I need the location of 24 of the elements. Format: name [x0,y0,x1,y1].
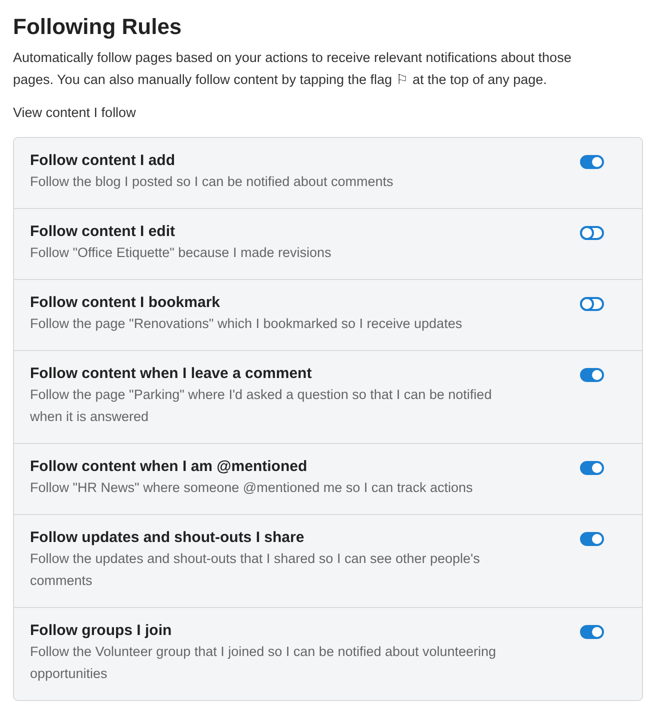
rule-description: Follow "HR News" where someone @mentioned me so I can track actions [30,479,474,497]
rule-description: Follow the updates and shout-outs that I shared so I can see other people's comments [30,550,481,590]
toggle-switch[interactable] [580,297,604,311]
rule-title: Follow content I add [30,151,176,171]
rule-title: Follow content I bookmark [30,293,222,313]
rule-title: Follow content I edit [30,222,176,242]
rule-description: Follow the page "Parking" where I'd asked a question so that I can be notified when it is answered [30,386,493,426]
toggle-switch[interactable] [580,625,604,639]
rule-description: Follow "Office Etiquette" because I made revisions [30,244,332,262]
rule-description: Follow the page "Renovations" which I bookmarked so I receive updates [30,315,464,333]
view-content-link[interactable]: View content I follow [13,105,136,120]
rule-title: Follow updates and shout-outs I share [30,528,306,548]
rule-description: Follow the Volunteer group that I joined so I can be notified about volunteering opportunities [30,643,498,683]
page-title: Following Rules [13,13,183,41]
intro-text: Automatically follow pages based on your actions to receive relevant notifications about those pages. You can also manually follow content by tapping the flag ⚐ at the top of any page. [13,49,572,89]
rule-description: Follow the blog I posted so I can be notified about comments [30,173,394,191]
rule-title: Follow groups I join [30,621,173,641]
toggle-switch[interactable] [580,155,604,169]
toggle-switch[interactable] [580,532,604,546]
rule-title: Follow content when I leave a comment [30,364,313,384]
toggle-switch[interactable] [580,226,604,240]
toggle-switch[interactable] [580,461,604,475]
toggle-switch[interactable] [580,368,604,382]
rule-title: Follow content when I am @mentioned [30,457,308,477]
